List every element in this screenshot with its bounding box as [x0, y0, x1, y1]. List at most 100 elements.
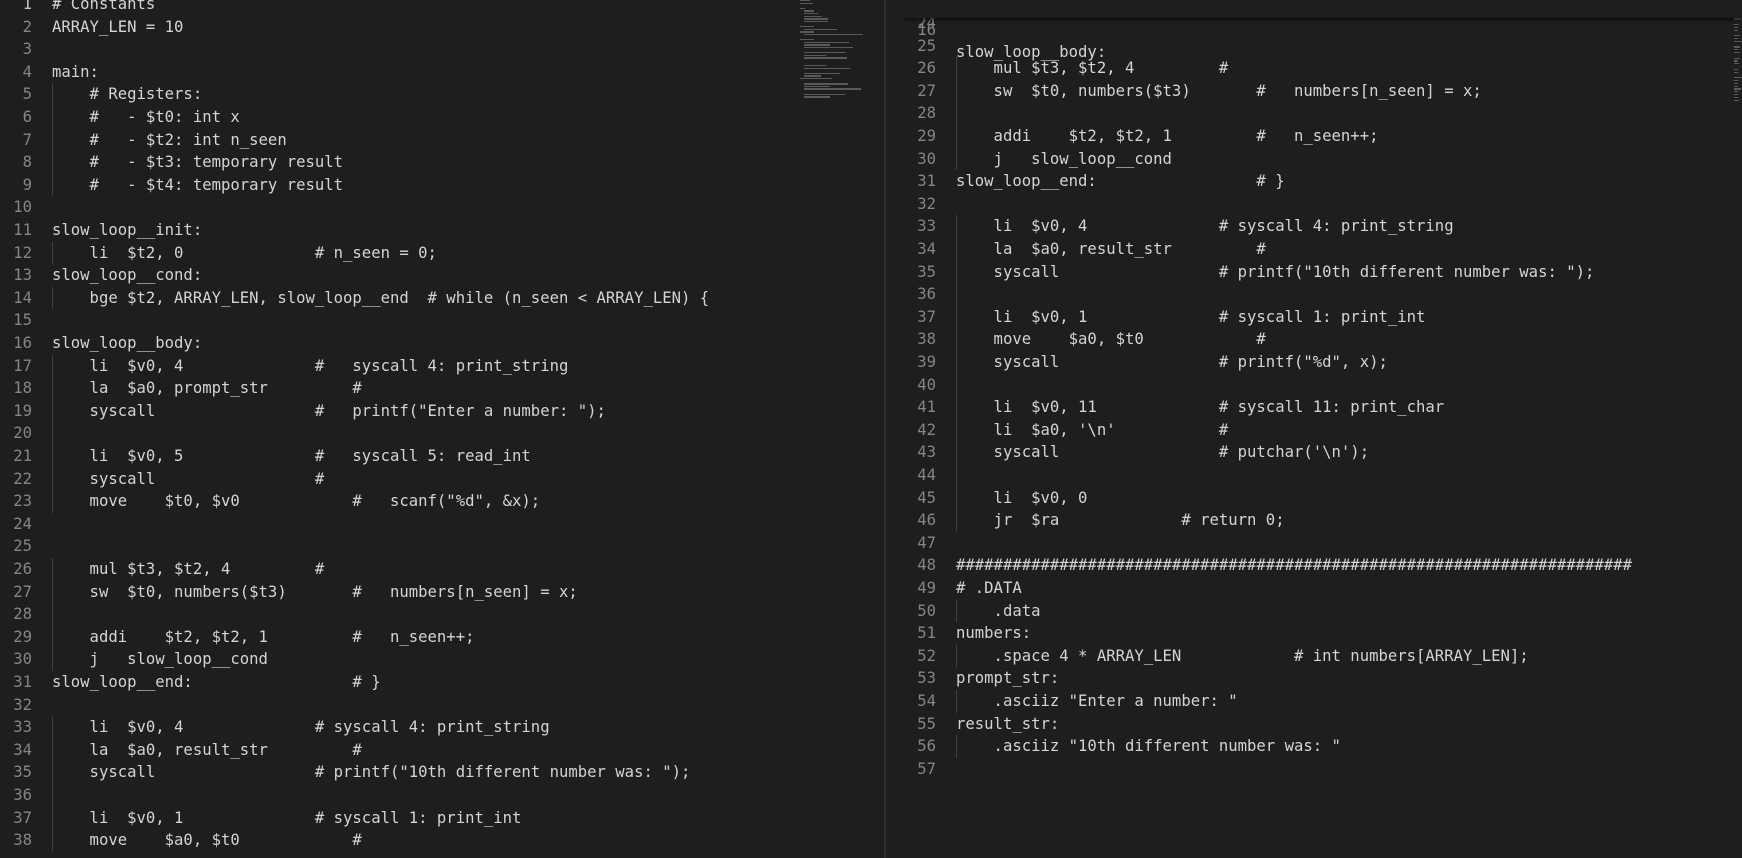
line-number: 50	[917, 601, 936, 620]
minimap-line	[803, 33, 863, 36]
indent-guide	[956, 464, 957, 487]
minimap-line	[803, 46, 854, 49]
line-number: 21	[13, 447, 32, 465]
minimap[interactable]	[800, 0, 876, 110]
line-number: 28	[917, 104, 936, 123]
line-number: 24	[13, 514, 32, 533]
indent-guide	[956, 396, 957, 419]
line-number: 55	[917, 714, 936, 733]
minimap-line	[803, 41, 850, 43]
code-line: # - $t4: temporary result	[52, 175, 344, 194]
line-number: 40	[917, 375, 936, 394]
indent-guide	[52, 829, 53, 852]
indent-guide	[956, 260, 957, 284]
line-number: 30	[917, 149, 936, 168]
minimap-line	[800, 31, 815, 33]
line-number: 41	[917, 398, 936, 417]
line-number: 45	[917, 488, 936, 507]
code-line: syscall # printf("10th different number …	[52, 763, 691, 782]
line-number: 36	[917, 285, 936, 304]
line-number: 25	[13, 537, 32, 556]
code-line: # Registers:	[52, 85, 203, 104]
code-line: li $v0, 4 # syscall 4: print_string	[956, 217, 1454, 236]
line-number: 44	[917, 466, 936, 484]
code-line: syscall # printf("%d", x);	[956, 353, 1388, 371]
line-number: 39	[917, 353, 936, 371]
minimap-line	[800, 7, 805, 10]
indent-guide	[956, 147, 957, 171]
code-line: move $t0, $v0 # scanf("%d", &x);	[52, 492, 541, 511]
indent-guide	[52, 422, 53, 445]
line-number: 30	[13, 650, 32, 669]
minimap-line	[1734, 96, 1738, 98]
minimap-line	[1734, 60, 1739, 62]
line-number: 2	[22, 17, 32, 36]
code-line: addi $t2, $t2, 1 # n_seen++;	[956, 127, 1379, 145]
code-line: sw $t0, numbers($t3) # numbers[n_seen] =…	[956, 81, 1482, 100]
minimap-line	[800, 2, 813, 4]
code-line: la $a0, result_str #	[956, 240, 1266, 258]
minimap-line	[803, 52, 846, 54]
code-line: .space 4 * ARRAY_LEN # int numbers[ARRAY…	[956, 646, 1529, 665]
minimap-line	[803, 13, 818, 15]
indent-guide	[956, 599, 957, 623]
minimap-line	[1734, 82, 1739, 84]
overview-ruler[interactable]	[1734, 10, 1742, 110]
indent-guide	[956, 644, 957, 668]
indent-guide	[956, 509, 957, 532]
code-line: ARRAY_LEN = 10	[52, 17, 184, 36]
minimap-line	[803, 93, 845, 95]
minimap-line	[803, 88, 862, 90]
line-number: 6	[22, 108, 32, 126]
line-number: 17	[13, 356, 32, 375]
code-line: jr $ra # return 0;	[956, 511, 1285, 530]
code-line: ########################################…	[956, 556, 1632, 575]
minimap-line	[1734, 57, 1741, 59]
minimap-line	[803, 28, 837, 30]
minimap-line	[1734, 91, 1738, 93]
code-line: syscall #	[52, 469, 325, 488]
minimap-line	[1734, 68, 1739, 70]
code-line: j slow_loop__cond	[956, 149, 1172, 168]
code-line: slow_loop__init:	[52, 221, 203, 239]
minimap-line	[803, 75, 821, 77]
code-line: li $v0, 1 # syscall 1: print_int	[52, 808, 522, 827]
minimap-line	[803, 57, 847, 59]
line-number: 43	[917, 443, 936, 462]
editor-pane-right[interactable]: 16 slow_loop__body: 24 25 26 mul $t3, $t2,…	[904, 0, 1742, 858]
indent-guide	[956, 125, 957, 148]
sticky-scroll-header[interactable]: 16 slow_loop__body:	[904, 0, 1742, 61]
line-number: 28	[13, 605, 32, 624]
code-line: main:	[52, 62, 99, 81]
line-number: 31	[917, 172, 936, 191]
code-line: syscall # printf("Enter a number: ");	[52, 401, 606, 420]
code-line: mul $t3, $t2, 4 #	[52, 560, 325, 578]
indent-guide	[52, 173, 53, 197]
minimap-line	[800, 78, 832, 80]
code-line: # - $t3: temporary result	[52, 153, 344, 172]
indent-guide	[52, 377, 53, 400]
line-number: 57	[917, 759, 936, 778]
line-number: 46	[917, 511, 936, 530]
split-divider[interactable]	[884, 0, 904, 858]
indent-guide	[52, 467, 53, 491]
code-line: la $a0, prompt_str #	[52, 379, 362, 398]
line-number: 34	[917, 240, 936, 258]
line-number: 12	[13, 243, 32, 262]
code-line: li $v0, 5 # syscall 5: read_int	[52, 447, 531, 465]
line-number: 10	[13, 198, 32, 217]
indent-guide	[956, 441, 957, 464]
indent-guide	[956, 351, 957, 374]
line-number: 29	[13, 627, 32, 646]
indent-guide	[956, 418, 957, 442]
code-line: slow_loop__body:	[52, 334, 203, 352]
editor-pane-left[interactable]: 1 # Constants 2 ARRAY_LEN = 10 3 4 main: 5 # Re…	[0, 0, 884, 858]
minimap-line	[1734, 38, 1739, 40]
line-number: 48	[917, 556, 936, 575]
minimap-line	[803, 85, 830, 88]
line-number: 35	[13, 763, 32, 782]
code-line: slow_loop__body:	[956, 43, 1107, 62]
line-number: 37	[917, 307, 936, 326]
line-number: 16	[13, 334, 32, 352]
minimap-line	[1734, 71, 1739, 73]
